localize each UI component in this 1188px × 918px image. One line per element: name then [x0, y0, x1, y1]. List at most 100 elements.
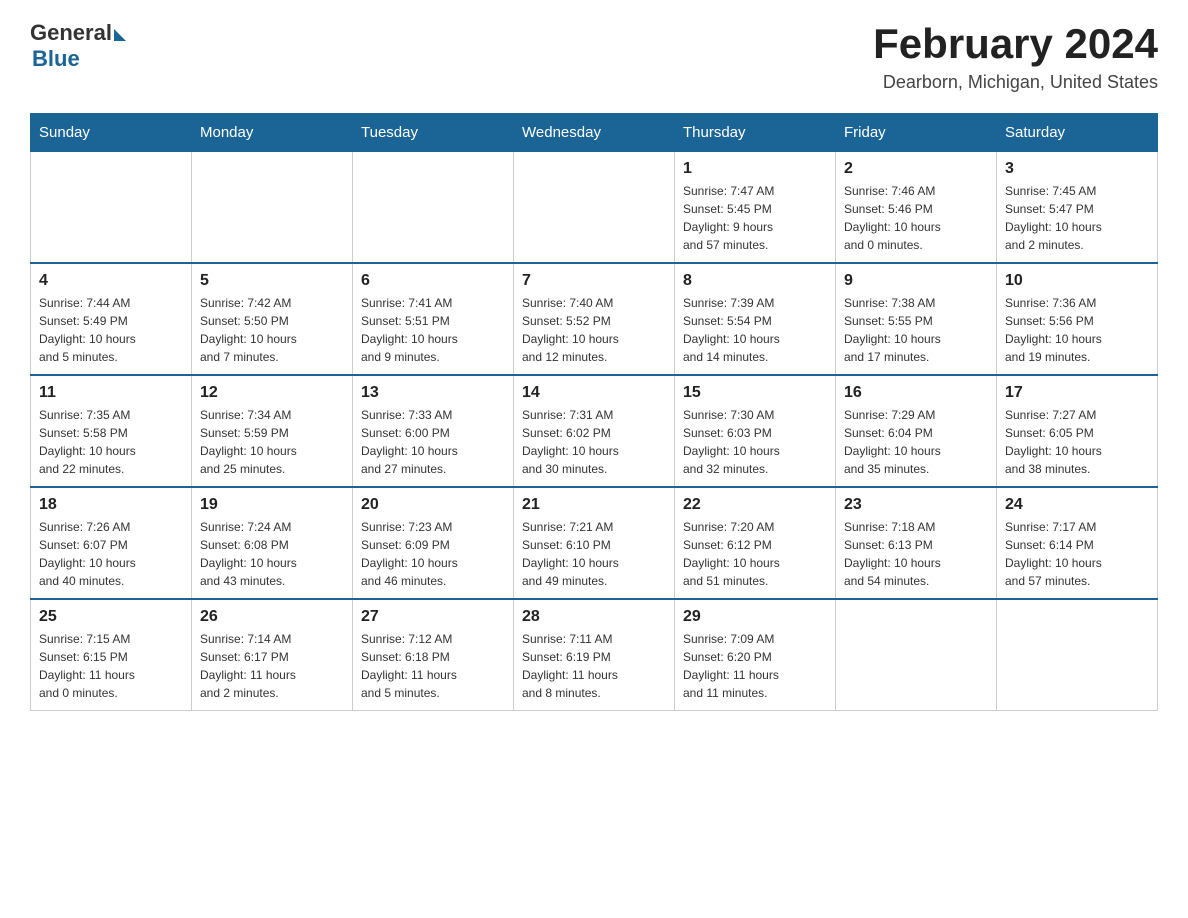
calendar-cell: 13 Sunrise: 7:33 AMSunset: 6:00 PMDayligh…	[353, 375, 514, 487]
day-number: 15	[683, 384, 827, 402]
calendar-cell	[31, 152, 192, 264]
calendar-cell: 24 Sunrise: 7:17 AMSunset: 6:14 PMDayligh…	[997, 487, 1158, 599]
calendar-cell: 6 Sunrise: 7:41 AMSunset: 5:51 PMDaylight…	[353, 263, 514, 375]
day-info: Sunrise: 7:27 AMSunset: 6:05 PMDaylight:…	[1005, 406, 1149, 478]
calendar-header-tuesday: Tuesday	[353, 114, 514, 152]
calendar-week-row: 1 Sunrise: 7:47 AMSunset: 5:45 PMDaylight…	[31, 152, 1158, 264]
calendar-header-sunday: Sunday	[31, 114, 192, 152]
day-number: 13	[361, 384, 505, 402]
day-info: Sunrise: 7:23 AMSunset: 6:09 PMDaylight:…	[361, 518, 505, 590]
calendar-cell: 2 Sunrise: 7:46 AMSunset: 5:46 PMDaylight…	[836, 152, 997, 264]
day-info: Sunrise: 7:12 AMSunset: 6:18 PMDaylight:…	[361, 630, 505, 702]
calendar-cell: 28Sunrise: 7:11 AMSunset: 6:19 PMDayligh…	[514, 599, 675, 711]
day-info: Sunrise: 7:38 AMSunset: 5:55 PMDaylight:…	[844, 294, 988, 366]
day-number: 7	[522, 272, 666, 290]
day-info: Sunrise: 7:31 AMSunset: 6:02 PMDaylight:…	[522, 406, 666, 478]
logo-arrow-icon	[114, 29, 126, 41]
day-info: Sunrise: 7:30 AMSunset: 6:03 PMDaylight:…	[683, 406, 827, 478]
day-number: 21	[522, 496, 666, 514]
calendar-cell: 25 Sunrise: 7:15 AMSunset: 6:15 PMDayligh…	[31, 599, 192, 711]
calendar-cell	[353, 152, 514, 264]
calendar-cell	[514, 152, 675, 264]
day-info: Sunrise: 7:44 AMSunset: 5:49 PMDaylight:…	[39, 294, 183, 366]
calendar-cell: 19 Sunrise: 7:24 AMSunset: 6:08 PMDayligh…	[192, 487, 353, 599]
day-info: Sunrise: 7:20 AMSunset: 6:12 PMDaylight:…	[683, 518, 827, 590]
day-info: Sunrise: 7:35 AMSunset: 5:58 PMDaylight:…	[39, 406, 183, 478]
calendar-header-monday: Monday	[192, 114, 353, 152]
day-info: Sunrise: 7:17 AMSunset: 6:14 PMDaylight:…	[1005, 518, 1149, 590]
day-number: 27	[361, 608, 505, 626]
day-number: 5	[200, 272, 344, 290]
day-info: Sunrise: 7:15 AMSunset: 6:15 PMDaylight:…	[39, 630, 183, 702]
calendar-cell: 26Sunrise: 7:14 AMSunset: 6:17 PMDayligh…	[192, 599, 353, 711]
calendar-header-thursday: Thursday	[675, 114, 836, 152]
day-number: 16	[844, 384, 988, 402]
day-number: 22	[683, 496, 827, 514]
day-number: 2	[844, 160, 988, 178]
day-info: Sunrise: 7:39 AMSunset: 5:54 PMDaylight:…	[683, 294, 827, 366]
day-number: 25	[39, 608, 183, 626]
calendar-cell: 9 Sunrise: 7:38 AMSunset: 5:55 PMDaylight…	[836, 263, 997, 375]
calendar-week-row: 18Sunrise: 7:26 AMSunset: 6:07 PMDayligh…	[31, 487, 1158, 599]
day-info: Sunrise: 7:24 AMSunset: 6:08 PMDaylight:…	[200, 518, 344, 590]
calendar-cell: 5 Sunrise: 7:42 AMSunset: 5:50 PMDaylight…	[192, 263, 353, 375]
day-number: 4	[39, 272, 183, 290]
day-number: 19	[200, 496, 344, 514]
calendar-cell: 21 Sunrise: 7:21 AMSunset: 6:10 PMDayligh…	[514, 487, 675, 599]
day-info: Sunrise: 7:36 AMSunset: 5:56 PMDaylight:…	[1005, 294, 1149, 366]
calendar-cell: 20 Sunrise: 7:23 AMSunset: 6:09 PMDayligh…	[353, 487, 514, 599]
calendar-cell: 18Sunrise: 7:26 AMSunset: 6:07 PMDayligh…	[31, 487, 192, 599]
logo-blue-text: Blue	[32, 46, 80, 72]
calendar-title: February 2024	[873, 20, 1158, 68]
day-info: Sunrise: 7:47 AMSunset: 5:45 PMDaylight:…	[683, 182, 827, 254]
day-number: 6	[361, 272, 505, 290]
title-section: February 2024 Dearborn, Michigan, United…	[873, 20, 1158, 93]
day-number: 24	[1005, 496, 1149, 514]
calendar-cell: 3 Sunrise: 7:45 AMSunset: 5:47 PMDaylight…	[997, 152, 1158, 264]
calendar-cell	[997, 599, 1158, 711]
day-number: 10	[1005, 272, 1149, 290]
calendar-cell: 22 Sunrise: 7:20 AMSunset: 6:12 PMDayligh…	[675, 487, 836, 599]
page-header: General Blue February 2024 Dearborn, Mic…	[30, 20, 1158, 93]
calendar-subtitle: Dearborn, Michigan, United States	[873, 72, 1158, 93]
day-number: 8	[683, 272, 827, 290]
day-number: 1	[683, 160, 827, 178]
day-info: Sunrise: 7:40 AMSunset: 5:52 PMDaylight:…	[522, 294, 666, 366]
calendar-cell: 15 Sunrise: 7:30 AMSunset: 6:03 PMDayligh…	[675, 375, 836, 487]
calendar-cell: 23Sunrise: 7:18 AMSunset: 6:13 PMDayligh…	[836, 487, 997, 599]
calendar-cell	[836, 599, 997, 711]
calendar-week-row: 25 Sunrise: 7:15 AMSunset: 6:15 PMDayligh…	[31, 599, 1158, 711]
day-number: 23	[844, 496, 988, 514]
calendar-cell: 11 Sunrise: 7:35 AMSunset: 5:58 PMDayligh…	[31, 375, 192, 487]
logo-general-text: General	[30, 20, 112, 46]
calendar-week-row: 11 Sunrise: 7:35 AMSunset: 5:58 PMDayligh…	[31, 375, 1158, 487]
calendar-cell: 14 Sunrise: 7:31 AMSunset: 6:02 PMDayligh…	[514, 375, 675, 487]
day-info: Sunrise: 7:11 AMSunset: 6:19 PMDaylight:…	[522, 630, 666, 702]
calendar-header-friday: Friday	[836, 114, 997, 152]
day-number: 11	[39, 384, 183, 402]
calendar-week-row: 4 Sunrise: 7:44 AMSunset: 5:49 PMDaylight…	[31, 263, 1158, 375]
calendar-table: SundayMondayTuesdayWednesdayThursdayFrid…	[30, 113, 1158, 711]
day-info: Sunrise: 7:26 AMSunset: 6:07 PMDaylight:…	[39, 518, 183, 590]
calendar-cell: 1 Sunrise: 7:47 AMSunset: 5:45 PMDaylight…	[675, 152, 836, 264]
day-number: 9	[844, 272, 988, 290]
day-info: Sunrise: 7:46 AMSunset: 5:46 PMDaylight:…	[844, 182, 988, 254]
day-number: 26	[200, 608, 344, 626]
day-number: 29	[683, 608, 827, 626]
day-info: Sunrise: 7:45 AMSunset: 5:47 PMDaylight:…	[1005, 182, 1149, 254]
calendar-cell: 16 Sunrise: 7:29 AMSunset: 6:04 PMDayligh…	[836, 375, 997, 487]
calendar-cell: 27 Sunrise: 7:12 AMSunset: 6:18 PMDayligh…	[353, 599, 514, 711]
day-info: Sunrise: 7:41 AMSunset: 5:51 PMDaylight:…	[361, 294, 505, 366]
day-number: 20	[361, 496, 505, 514]
day-info: Sunrise: 7:29 AMSunset: 6:04 PMDaylight:…	[844, 406, 988, 478]
day-info: Sunrise: 7:21 AMSunset: 6:10 PMDaylight:…	[522, 518, 666, 590]
calendar-cell: 12Sunrise: 7:34 AMSunset: 5:59 PMDayligh…	[192, 375, 353, 487]
logo: General Blue	[30, 20, 126, 72]
day-info: Sunrise: 7:42 AMSunset: 5:50 PMDaylight:…	[200, 294, 344, 366]
day-info: Sunrise: 7:09 AMSunset: 6:20 PMDaylight:…	[683, 630, 827, 702]
day-info: Sunrise: 7:33 AMSunset: 6:00 PMDaylight:…	[361, 406, 505, 478]
calendar-cell: 10 Sunrise: 7:36 AMSunset: 5:56 PMDayligh…	[997, 263, 1158, 375]
day-number: 14	[522, 384, 666, 402]
calendar-cell: 17Sunrise: 7:27 AMSunset: 6:05 PMDayligh…	[997, 375, 1158, 487]
day-number: 3	[1005, 160, 1149, 178]
